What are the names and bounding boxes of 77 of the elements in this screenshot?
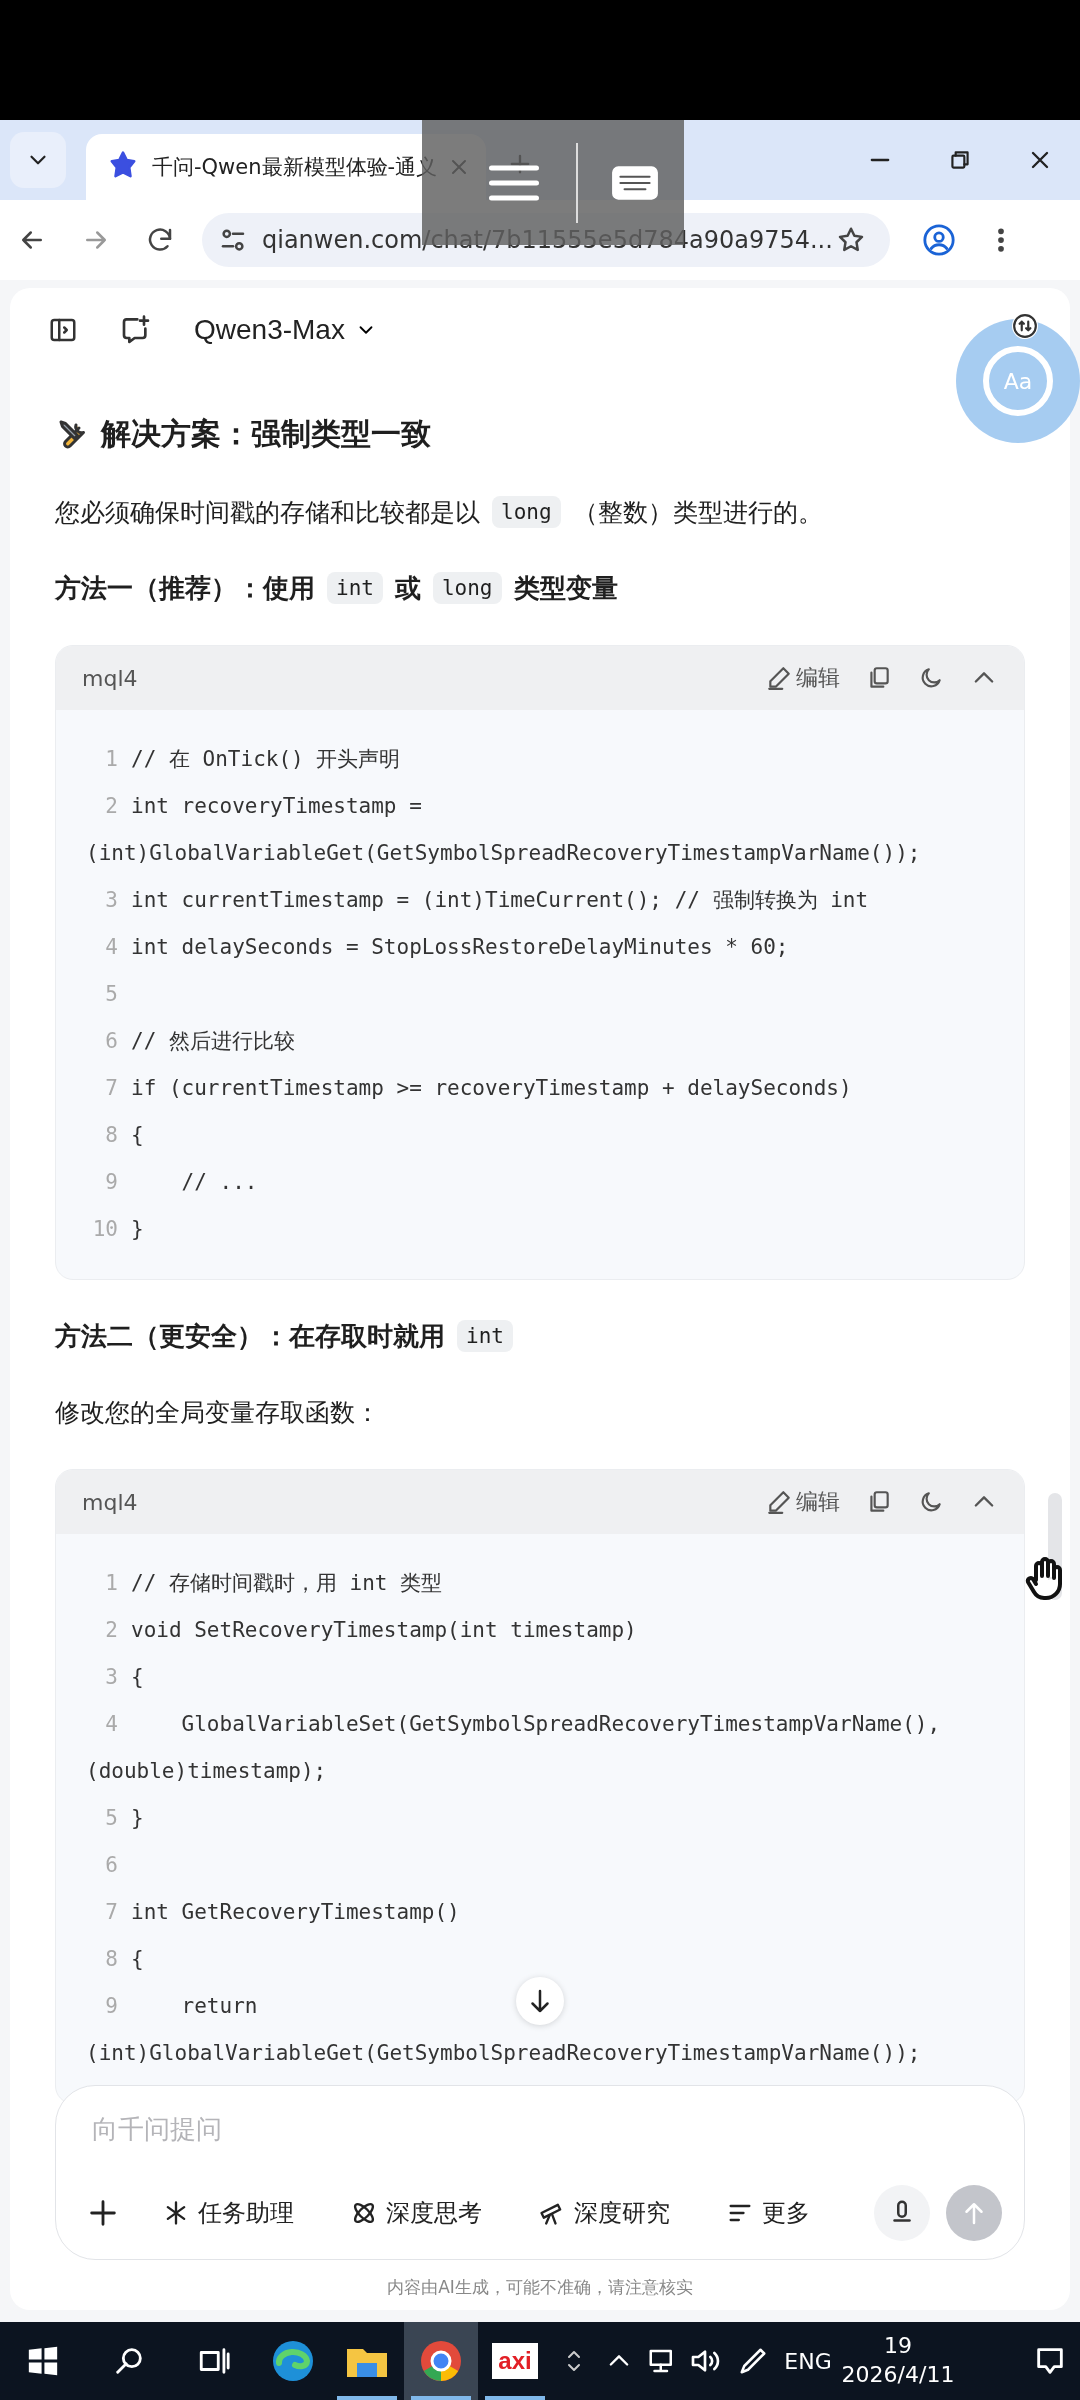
tool-chip[interactable]: 更多	[716, 2191, 820, 2235]
text: 您必须确保时间戳的存储和比较都是以	[55, 496, 480, 529]
tool-chip[interactable]: 任务助理	[152, 2191, 304, 2235]
code-line: {	[131, 1665, 144, 1689]
profile-icon[interactable]	[922, 223, 956, 257]
app-logo: axi	[492, 2343, 538, 2379]
line-number: 1	[104, 1570, 118, 1597]
inline-code: long	[492, 496, 561, 528]
input-field[interactable]: 向千问提问	[92, 2114, 692, 2144]
inline-code: long	[432, 572, 502, 604]
text: 类型变量	[513, 571, 618, 605]
pen-icon[interactable]	[738, 2346, 768, 2376]
code-line: int recoveryTimestamp =	[131, 794, 422, 818]
language-label: mql4	[82, 1489, 138, 1515]
code-line: (double)timestamp);	[86, 1759, 327, 1783]
line-number: 5	[104, 981, 118, 1008]
disclaimer-text: 内容由AI生成，可能不准确，请注意核实	[387, 2277, 693, 2297]
code-line: (int)GlobalVariableGet(GetSymbolSpreadRecoveryTimestampVarName());	[86, 841, 921, 865]
taskbar-app[interactable]: axi	[478, 2322, 552, 2400]
code-line: {	[131, 1123, 144, 1147]
line-number: 3	[104, 887, 118, 914]
line-number: 1	[104, 746, 118, 773]
text: 方法一（推荐）：使用	[55, 571, 315, 605]
inline-code: int	[327, 572, 383, 604]
text: 修改您的全局变量存取函数：	[55, 1396, 380, 1429]
windows-icon[interactable]	[26, 2344, 60, 2378]
code-line: (int)GlobalVariableGet(GetSymbolSpreadRecoveryTimestampVarName());	[86, 2041, 921, 2065]
line-number: 6	[104, 1852, 118, 1879]
code-line: // 在 OnTick() 开头声明	[131, 747, 401, 771]
code-line: int delaySeconds = StopLossRestoreDelayMinutes * 60;	[131, 935, 789, 959]
code-line: return	[180, 1994, 258, 2018]
model-selector[interactable]: Qwen3-Max	[194, 314, 377, 346]
line-number: 3	[104, 1664, 118, 1691]
line-number: 6	[104, 1028, 118, 1055]
line-number: 7	[104, 1899, 118, 1926]
line-number: 9	[104, 1993, 118, 2020]
code-line: int currentTimestamp = (int)TimeCurrent(); // 强制转换为 int	[131, 888, 869, 912]
code-line: GlobalVariableSet(GetSymbolSpreadRecoveryTimestampVarName(),	[180, 1712, 941, 1736]
line-number: 8	[104, 1946, 118, 1973]
line-number: 2	[104, 1617, 118, 1644]
code-line: void SetRecoveryTimestamp(int timestamp)	[131, 1618, 637, 1642]
code-line: }	[131, 1806, 144, 1830]
code-line: // 然后进行比较	[131, 1029, 295, 1053]
new-chat-icon[interactable]	[120, 314, 152, 346]
microphone-button[interactable]	[874, 2185, 930, 2241]
line-number: 4	[104, 934, 118, 961]
line-number: 9	[104, 1169, 118, 1196]
tool-chip[interactable]: 深度思考	[340, 2191, 492, 2235]
language-label: mql4	[82, 665, 138, 691]
line-number: 5	[104, 1805, 118, 1832]
text: 或	[394, 571, 421, 605]
clock[interactable]: 19 2026/4/11	[838, 2322, 958, 2400]
swap-icon[interactable]	[1012, 313, 1038, 339]
star-logo-icon	[108, 150, 138, 180]
line-number: 2	[104, 793, 118, 820]
pencil-icon	[766, 1489, 792, 1515]
line-number: 4	[104, 1711, 118, 1738]
code-line: // 存储时间戳时，用 int 类型	[131, 1571, 443, 1595]
url-text: qianwen.com/chat/7b11555e5d784a90a9754...	[262, 226, 834, 254]
pencil-icon	[766, 665, 792, 691]
line-number: 10	[91, 1216, 118, 1243]
tool-chip[interactable]: 深度研究	[528, 2191, 680, 2235]
text: 解决方案：强制类型一致	[101, 414, 431, 453]
code-line: }	[131, 1217, 144, 1241]
text: 方法二（更安全）：在存取时就用	[55, 1319, 445, 1353]
code-line: if (currentTimestamp >= recoveryTimestamp + delaySeconds)	[131, 1076, 852, 1100]
language-indicator[interactable]: ENG	[778, 2322, 838, 2400]
inline-code: int	[457, 1320, 513, 1352]
code-line: // ...	[180, 1170, 258, 1194]
taskbar-app[interactable]	[404, 2322, 478, 2400]
line-number: 8	[104, 1122, 118, 1149]
edit-button[interactable]: 编辑	[766, 663, 840, 693]
code-line: int GetRecoveryTimestamp()	[131, 1900, 460, 1924]
line-number: 7	[104, 1075, 118, 1102]
edit-button[interactable]: 编辑	[766, 1487, 840, 1517]
code-line: {	[131, 1947, 144, 1971]
text: （整数）类型进行的。	[572, 496, 823, 529]
